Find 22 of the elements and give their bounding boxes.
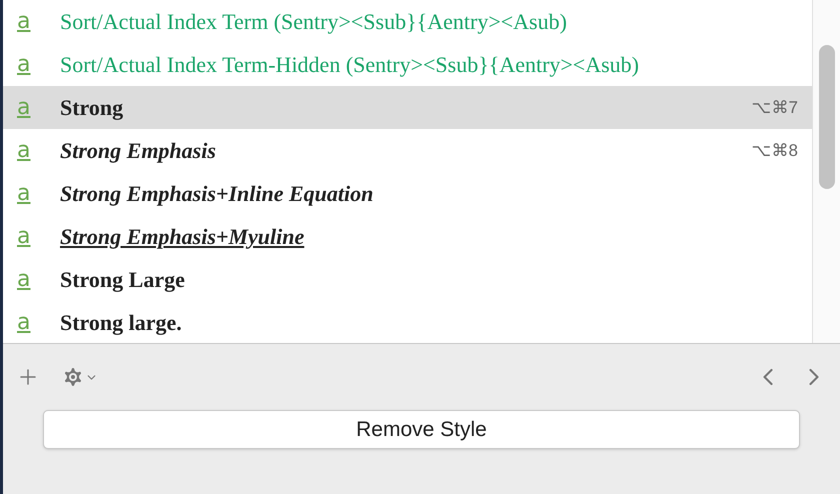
shortcut: ⌥⌘7 (752, 96, 798, 119)
scroll-thumb[interactable] (818, 45, 834, 189)
style-name: Strong Emphasis+Inline Equation (60, 180, 374, 208)
style-name: Sort/Actual Index Term-Hidden (Sentry><Ssub}{Aentry><Asub) (60, 51, 640, 79)
character-style-icon: a (17, 226, 33, 248)
style-name: Strong Emphasis+Myuline (60, 223, 306, 251)
character-style-icon: a (17, 10, 33, 32)
style-name: Strong (60, 94, 124, 122)
style-name: Strong Emphasis (60, 137, 217, 165)
remove-style-button[interactable]: Remove Style (43, 410, 800, 449)
scrollbar[interactable] (812, 0, 840, 343)
character-style-icon: a (17, 96, 33, 118)
character-style-icon: a (17, 140, 33, 162)
character-style-icon: a (17, 312, 33, 334)
style-name: Sort/Actual Index Term (Sentry><Ssub}{Aentry><Asub) (60, 8, 568, 36)
character-style-icon: a (17, 182, 33, 204)
style-name: Strong Large (60, 266, 186, 294)
shortcut: ⌥⌘8 (752, 140, 798, 162)
character-style-icon: a (17, 54, 33, 76)
style-name: Strong large. (60, 309, 183, 337)
character-style-icon: a (17, 268, 33, 290)
style-row[interactable]: a Strong ⌥⌘7 (3, 86, 812, 129)
